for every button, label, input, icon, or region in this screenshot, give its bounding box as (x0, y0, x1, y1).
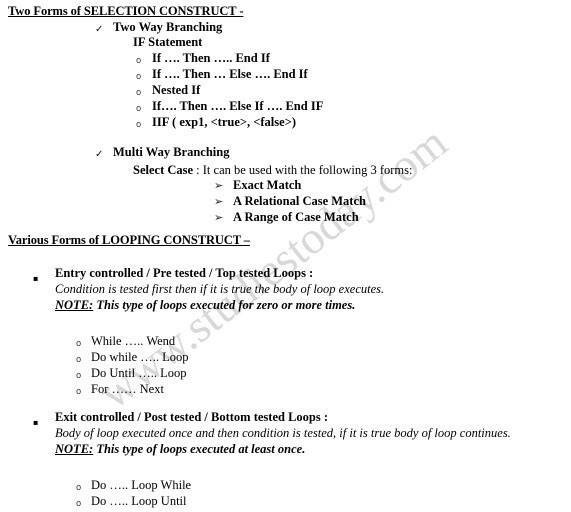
circle-bullet-icon: o (136, 88, 142, 98)
title-exit-controlled-loops: Exit controlled / Post tested / Bottom t… (55, 410, 329, 424)
list-item: A Relational Case Match (233, 194, 366, 208)
circle-bullet-icon: o (76, 371, 82, 381)
circle-bullet-icon: o (136, 120, 142, 130)
circle-bullet-icon: o (76, 355, 82, 365)
square-bullet-icon: ▪ (33, 274, 39, 283)
list-item: IIF ( exp1, <true>, <false>) (152, 115, 296, 129)
circle-bullet-icon: o (76, 387, 82, 397)
circle-bullet-icon: o (136, 72, 142, 82)
description-exit-controlled: Body of loop executed once and then cond… (55, 426, 511, 440)
select-case-line: Select Case : It can be used with the fo… (133, 163, 412, 178)
list-item: If …. Then … Else …. End If (152, 67, 308, 81)
arrow-bullet-icon: ➢ (214, 179, 224, 192)
list-item: If …. Then ….. End If (152, 51, 270, 65)
circle-bullet-icon: o (136, 104, 142, 114)
list-item: Do while ….. Loop (91, 350, 189, 364)
circle-bullet-icon: o (136, 56, 142, 66)
list-item: Nested If (152, 83, 201, 97)
description-entry-controlled: Condition is tested first then if it is … (55, 282, 385, 296)
label-two-way-branching: Two Way Branching (113, 20, 223, 34)
note-entry-controlled: NOTE: This type of loops executed for ze… (55, 298, 355, 313)
list-item: For …… Next (91, 382, 164, 396)
arrow-bullet-icon: ➢ (214, 211, 224, 224)
checkmark-icon-multi-way: ✓ (95, 149, 104, 160)
checkmark-icon-two-way: ✓ (95, 24, 104, 35)
list-item: If…. Then …. Else If …. End IF (152, 99, 324, 113)
list-item: A Range of Case Match (233, 210, 359, 224)
arrow-bullet-icon: ➢ (214, 195, 224, 208)
label-multi-way-branching: Multi Way Branching (113, 145, 230, 159)
square-bullet-icon: ▪ (33, 418, 39, 427)
select-case-description: : It can be used with the following 3 fo… (193, 163, 413, 177)
list-item: Do ….. Loop While (91, 478, 192, 492)
note-label: NOTE: (55, 442, 94, 456)
heading-selection-construct: Two Forms of SELECTION CONSTRUCT - (8, 4, 244, 18)
list-item: Do Until ….. Loop (91, 366, 187, 380)
label-if-statement: IF Statement (133, 35, 203, 49)
title-entry-controlled-loops: Entry controlled / Pre tested / Top test… (55, 266, 314, 280)
circle-bullet-icon: o (76, 499, 82, 509)
circle-bullet-icon: o (76, 483, 82, 493)
note-text: This type of loops executed for zero or … (93, 298, 356, 312)
note-exit-controlled: NOTE: This type of loops executed at lea… (55, 442, 305, 457)
heading-looping-construct: Various Forms of LOOPING CONSTRUCT – (8, 233, 250, 247)
label-select-case: Select Case (133, 163, 194, 177)
list-item: Do ….. Loop Until (91, 494, 187, 508)
circle-bullet-icon: o (76, 339, 82, 349)
list-item: Exact Match (233, 178, 302, 192)
note-label: NOTE: (55, 298, 94, 312)
note-text: This type of loops executed at least onc… (93, 442, 306, 456)
list-item: While ….. Wend (91, 334, 176, 348)
document-page: www.studiestoday.com Two Forms of SELECT… (0, 0, 571, 509)
